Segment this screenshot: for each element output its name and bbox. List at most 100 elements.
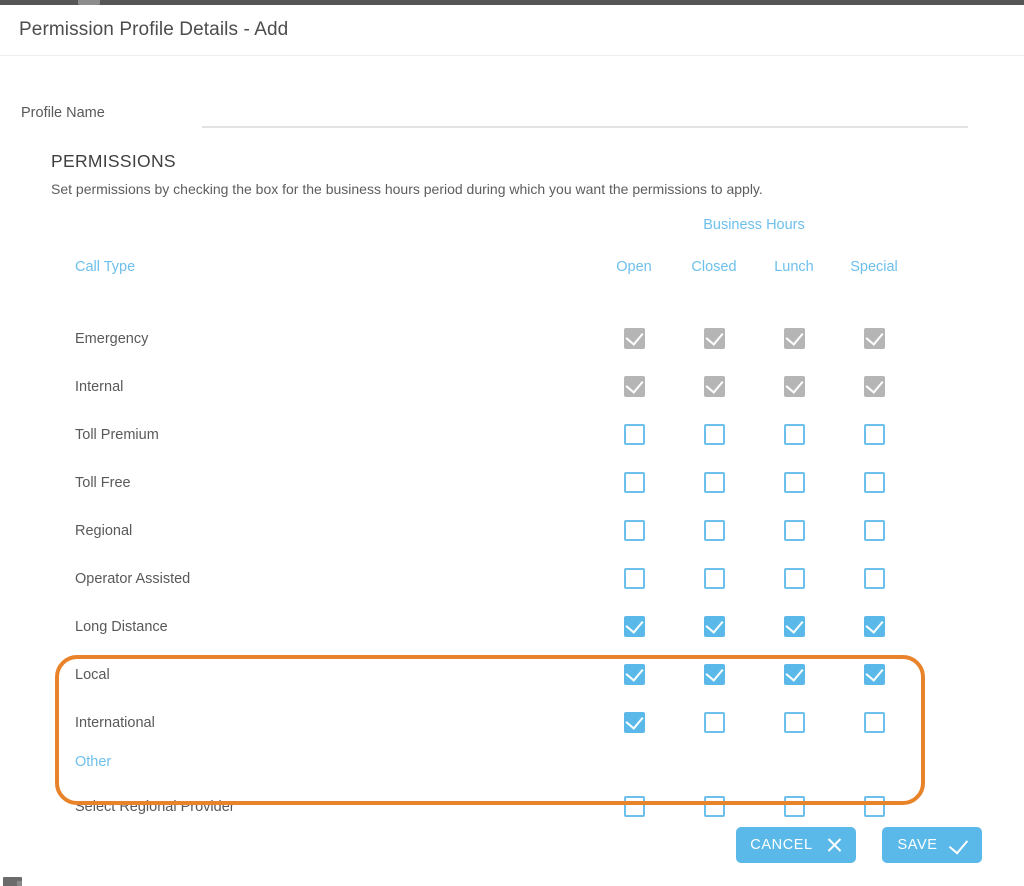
checkbox-international-open[interactable] (623, 711, 645, 733)
cancel-button[interactable]: CANCEL (736, 827, 856, 863)
checkbox-local-lunch[interactable] (783, 663, 805, 685)
taskbar-stub-edge (17, 881, 22, 886)
checkbox-long-distance-open[interactable] (623, 615, 645, 637)
table-cell (674, 568, 754, 589)
table-cell (754, 375, 834, 397)
table-row: Operator Assisted (0, 557, 1010, 605)
table-cell (754, 568, 834, 589)
table-cell (594, 327, 674, 349)
table-cell (754, 615, 834, 637)
table-cell (594, 568, 674, 589)
check-glyph-icon (624, 615, 644, 634)
checkbox-operator-assisted-open[interactable] (623, 568, 645, 589)
table-cell (674, 712, 754, 733)
checkbox-toll-premium-open[interactable] (623, 424, 645, 445)
checkbox-select-regional-provider-special[interactable] (863, 796, 885, 817)
check-glyph-icon (784, 375, 804, 394)
checkbox-operator-assisted-closed[interactable] (703, 568, 725, 589)
checkbox-international-closed[interactable] (703, 712, 725, 733)
checkbox-regional-closed[interactable] (703, 520, 725, 541)
table-cell (594, 520, 674, 541)
checkbox-local-open[interactable] (623, 663, 645, 685)
checkbox-operator-assisted-special[interactable] (863, 568, 885, 589)
table-cell (754, 424, 834, 445)
checkbox-select-regional-provider-open[interactable] (623, 796, 645, 817)
save-button[interactable]: SAVE (882, 827, 982, 863)
checkbox-international-special[interactable] (863, 712, 885, 733)
column-header-call-type[interactable]: Call Type (75, 259, 135, 275)
table-cell (674, 327, 754, 349)
checkbox-toll-free-special[interactable] (863, 472, 885, 493)
table-row: Long Distance (0, 605, 1010, 653)
table-cell (674, 520, 754, 541)
table-cell (834, 663, 914, 685)
checkbox-regional-special[interactable] (863, 520, 885, 541)
dialog-body: Profile Name PERMISSIONS Set permissions… (0, 57, 1024, 886)
profile-name-input[interactable] (202, 96, 968, 128)
dialog-header: Permission Profile Details - Add (0, 5, 1024, 56)
check-glyph-icon (624, 327, 644, 346)
checkbox-regional-lunch[interactable] (783, 520, 805, 541)
table-cell (834, 424, 914, 445)
table-cell (674, 375, 754, 397)
permissions-row-group: Emergency Internal Toll Premium Toll Free Re… (0, 317, 1010, 749)
table-cell (754, 796, 834, 817)
table-cell (674, 615, 754, 637)
table-cell (754, 520, 834, 541)
checkbox-local-closed[interactable] (703, 663, 725, 685)
row-cells (0, 365, 1010, 413)
checkbox-international-lunch[interactable] (783, 712, 805, 733)
table-row: Toll Premium (0, 413, 1010, 461)
checkbox-toll-premium-special[interactable] (863, 424, 885, 445)
table-row: Local (0, 653, 1010, 701)
checkbox-toll-free-open[interactable] (623, 472, 645, 493)
table-cell (834, 712, 914, 733)
checkbox-toll-premium-lunch[interactable] (783, 424, 805, 445)
table-cell (834, 375, 914, 397)
checkbox-long-distance-closed[interactable] (703, 615, 725, 637)
permissions-section-title: PERMISSIONS (51, 151, 176, 171)
checkbox-select-regional-provider-closed[interactable] (703, 796, 725, 817)
table-cell (594, 711, 674, 733)
checkbox-toll-free-closed[interactable] (703, 472, 725, 493)
table-cell (754, 663, 834, 685)
check-glyph-icon (784, 663, 804, 682)
business-hours-group-header: Business Hours (703, 217, 805, 233)
checkbox-toll-premium-closed[interactable] (703, 424, 725, 445)
column-header-open[interactable]: Open (594, 259, 674, 275)
checkbox-long-distance-special[interactable] (863, 615, 885, 637)
check-icon (951, 837, 967, 853)
table-cell (754, 472, 834, 493)
checkbox-local-special[interactable] (863, 663, 885, 685)
table-cell (834, 615, 914, 637)
column-header-special[interactable]: Special (834, 259, 914, 275)
checkbox-emergency-lunch (783, 327, 805, 349)
checkbox-toll-free-lunch[interactable] (783, 472, 805, 493)
table-cell (834, 796, 914, 817)
table-row: Emergency (0, 317, 1010, 365)
close-x-icon (826, 837, 842, 853)
profile-name-row: Profile Name (0, 96, 1010, 141)
table-cell (594, 615, 674, 637)
column-header-closed[interactable]: Closed (674, 259, 754, 275)
check-glyph-icon (704, 615, 724, 634)
checkbox-select-regional-provider-lunch[interactable] (783, 796, 805, 817)
other-section-header[interactable]: Other (75, 754, 111, 770)
checkbox-long-distance-lunch[interactable] (783, 615, 805, 637)
check-glyph-icon (704, 663, 724, 682)
checkbox-regional-open[interactable] (623, 520, 645, 541)
table-row: International (0, 701, 1010, 749)
check-glyph-icon (624, 663, 644, 682)
checkbox-internal-special (863, 375, 885, 397)
check-glyph-icon (624, 711, 644, 730)
table-row: Toll Free (0, 461, 1010, 509)
row-cells (0, 317, 1010, 365)
table-cell (834, 327, 914, 349)
checkbox-operator-assisted-lunch[interactable] (783, 568, 805, 589)
checkbox-internal-open (623, 375, 645, 397)
check-glyph-icon (704, 375, 724, 394)
application-window: Permission Profile Details - Add Profile… (0, 0, 1024, 886)
column-header-lunch[interactable]: Lunch (754, 259, 834, 275)
table-cell (594, 472, 674, 493)
row-cells (0, 701, 1010, 749)
